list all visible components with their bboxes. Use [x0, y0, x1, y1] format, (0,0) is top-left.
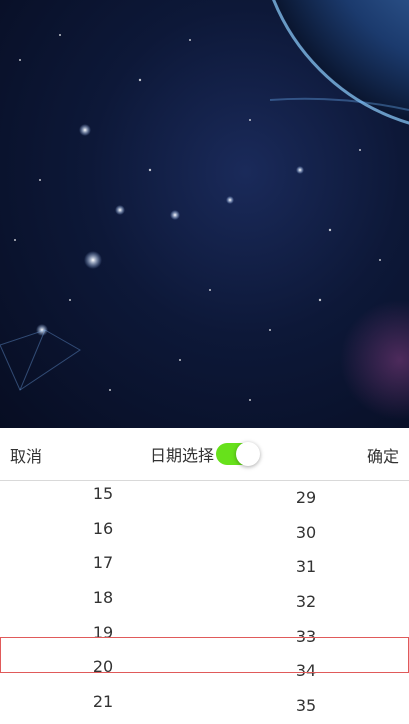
- date-toggle-switch[interactable]: [216, 442, 261, 466]
- wheel-option[interactable]: 29: [246, 481, 366, 516]
- wheel-option[interactable]: 33: [246, 620, 366, 655]
- left-wheel-column[interactable]: 15 16 17 18 19 20 21: [43, 481, 163, 724]
- wheel-option-selected[interactable]: 32: [246, 585, 366, 620]
- wheel-option[interactable]: 16: [43, 516, 163, 551]
- cancel-button[interactable]: 取消: [10, 443, 42, 467]
- wheel-option[interactable]: 21: [43, 689, 163, 724]
- space-background-image: [0, 0, 409, 430]
- wheel-option[interactable]: 31: [246, 550, 366, 585]
- title-group: 日期选择: [150, 441, 261, 467]
- picker-wheels[interactable]: 15 16 17 18 19 20 21 29 30 31 32 33 34 3…: [0, 481, 409, 724]
- right-wheel-column[interactable]: 29 30 31 32 33 34 35: [246, 481, 366, 724]
- wheel-option[interactable]: 35: [246, 689, 366, 724]
- wheel-option[interactable]: 15: [43, 481, 163, 516]
- wheel-option[interactable]: 19: [43, 620, 163, 655]
- wheel-option[interactable]: 17: [43, 550, 163, 585]
- wheel-option[interactable]: 30: [246, 516, 366, 551]
- wheel-option[interactable]: 34: [246, 654, 366, 689]
- wheel-option-selected[interactable]: 18: [43, 585, 163, 620]
- screen: 取消 日期选择 确定 15 16 17 18 19 20 21 29 30 31…: [0, 0, 409, 724]
- date-picker-sheet: 取消 日期选择 确定 15 16 17 18 19 20 21 29 30 31…: [0, 428, 409, 724]
- picker-title: 日期选择: [150, 446, 215, 465]
- wheel-option[interactable]: 20: [43, 654, 163, 689]
- confirm-button[interactable]: 确定: [367, 443, 399, 467]
- picker-toolbar: 取消 日期选择 确定: [0, 428, 409, 481]
- toggle-knob: [236, 442, 261, 466]
